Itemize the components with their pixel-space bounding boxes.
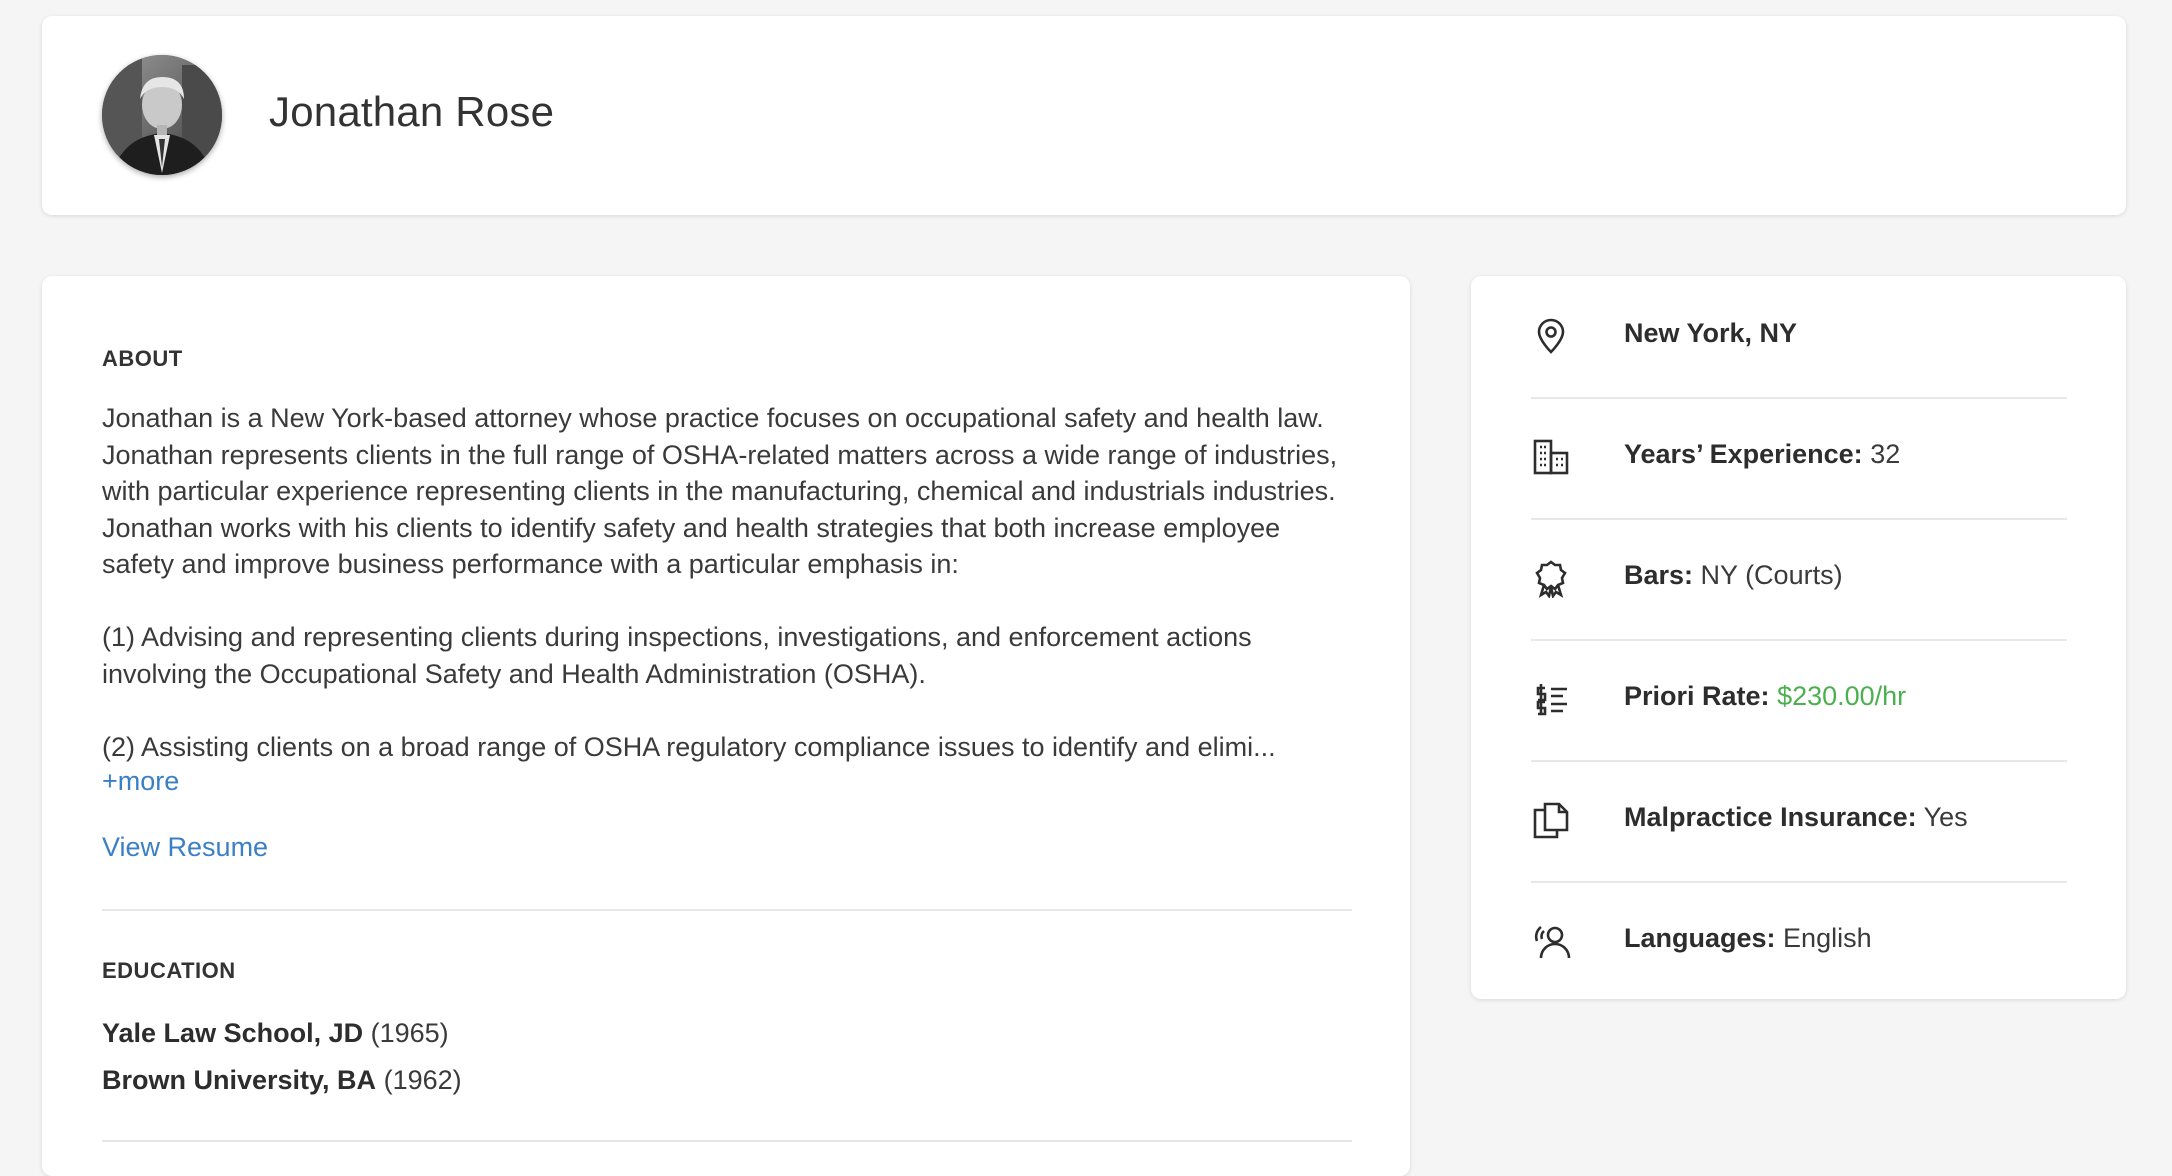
detail-rate: Priori Rate: $230.00/hr [1531, 639, 2067, 762]
rate-text: Priori Rate: $230.00/hr [1624, 681, 1906, 712]
divider [102, 1140, 1352, 1142]
award-ribbon-icon [1531, 558, 1571, 600]
documents-icon [1531, 800, 1571, 840]
education-item: Yale Law School, JD (1965) [102, 1018, 449, 1049]
education-year: (1965) [370, 1018, 449, 1048]
experience-value: 32 [1870, 439, 1901, 469]
divider [102, 909, 1352, 911]
location-text: New York, NY [1624, 318, 1797, 349]
about-heading: ABOUT [102, 346, 183, 371]
avatar [102, 55, 222, 175]
profile-name: Jonathan Rose [269, 88, 555, 135]
location-pin-icon [1531, 316, 1571, 356]
insurance-value: Yes [1923, 802, 1968, 832]
detail-bars: Bars: NY (Courts) [1531, 518, 2067, 641]
profile-main-card: ABOUT Jonathan is a New York-based attor… [42, 276, 1410, 1176]
languages-value: English [1783, 923, 1872, 953]
bars-value: NY (Courts) [1700, 560, 1843, 590]
education-year: (1962) [383, 1065, 462, 1095]
experience-text: Years’ Experience: 32 [1624, 439, 1900, 470]
rate-value: $230.00/hr [1777, 681, 1907, 711]
detail-languages: Languages: English [1531, 881, 2067, 1002]
education-school: Yale Law School, JD [102, 1018, 364, 1048]
insurance-text: Malpractice Insurance: Yes [1624, 802, 1968, 833]
building-icon [1531, 437, 1571, 477]
languages-label: Languages: [1624, 923, 1776, 953]
location-value: New York, NY [1624, 318, 1798, 348]
detail-location: New York, NY [1531, 276, 2067, 399]
education-heading: EDUCATION [102, 958, 236, 983]
about-paragraph: (1) Advising and representing clients du… [102, 622, 1252, 689]
rate-list-icon [1531, 679, 1571, 719]
languages-text: Languages: English [1624, 923, 1872, 954]
about-text: Jonathan is a New York-based attorney wh… [102, 400, 1352, 802]
person-speaking-icon [1531, 921, 1571, 961]
experience-label: Years’ Experience: [1624, 439, 1863, 469]
details-card: New York, NY Years’ Experience: 32 Bars:… [1471, 276, 2126, 999]
bars-label: Bars: [1624, 560, 1694, 590]
education-school: Brown University, BA [102, 1065, 377, 1095]
more-link[interactable]: +more [102, 766, 179, 797]
profile-header: Jonathan Rose [42, 16, 2126, 215]
bars-text: Bars: NY (Courts) [1624, 560, 1843, 591]
education-item: Brown University, BA (1962) [102, 1065, 462, 1096]
insurance-label: Malpractice Insurance: [1624, 802, 1917, 832]
about-paragraph: (2) Assisting clients on a broad range o… [102, 731, 1276, 762]
rate-label: Priori Rate: [1624, 681, 1770, 711]
detail-insurance: Malpractice Insurance: Yes [1531, 760, 2067, 883]
about-paragraph: Jonathan is a New York-based attorney wh… [102, 403, 1338, 579]
detail-experience: Years’ Experience: 32 [1531, 397, 2067, 520]
view-resume-link[interactable]: View Resume [102, 832, 268, 863]
